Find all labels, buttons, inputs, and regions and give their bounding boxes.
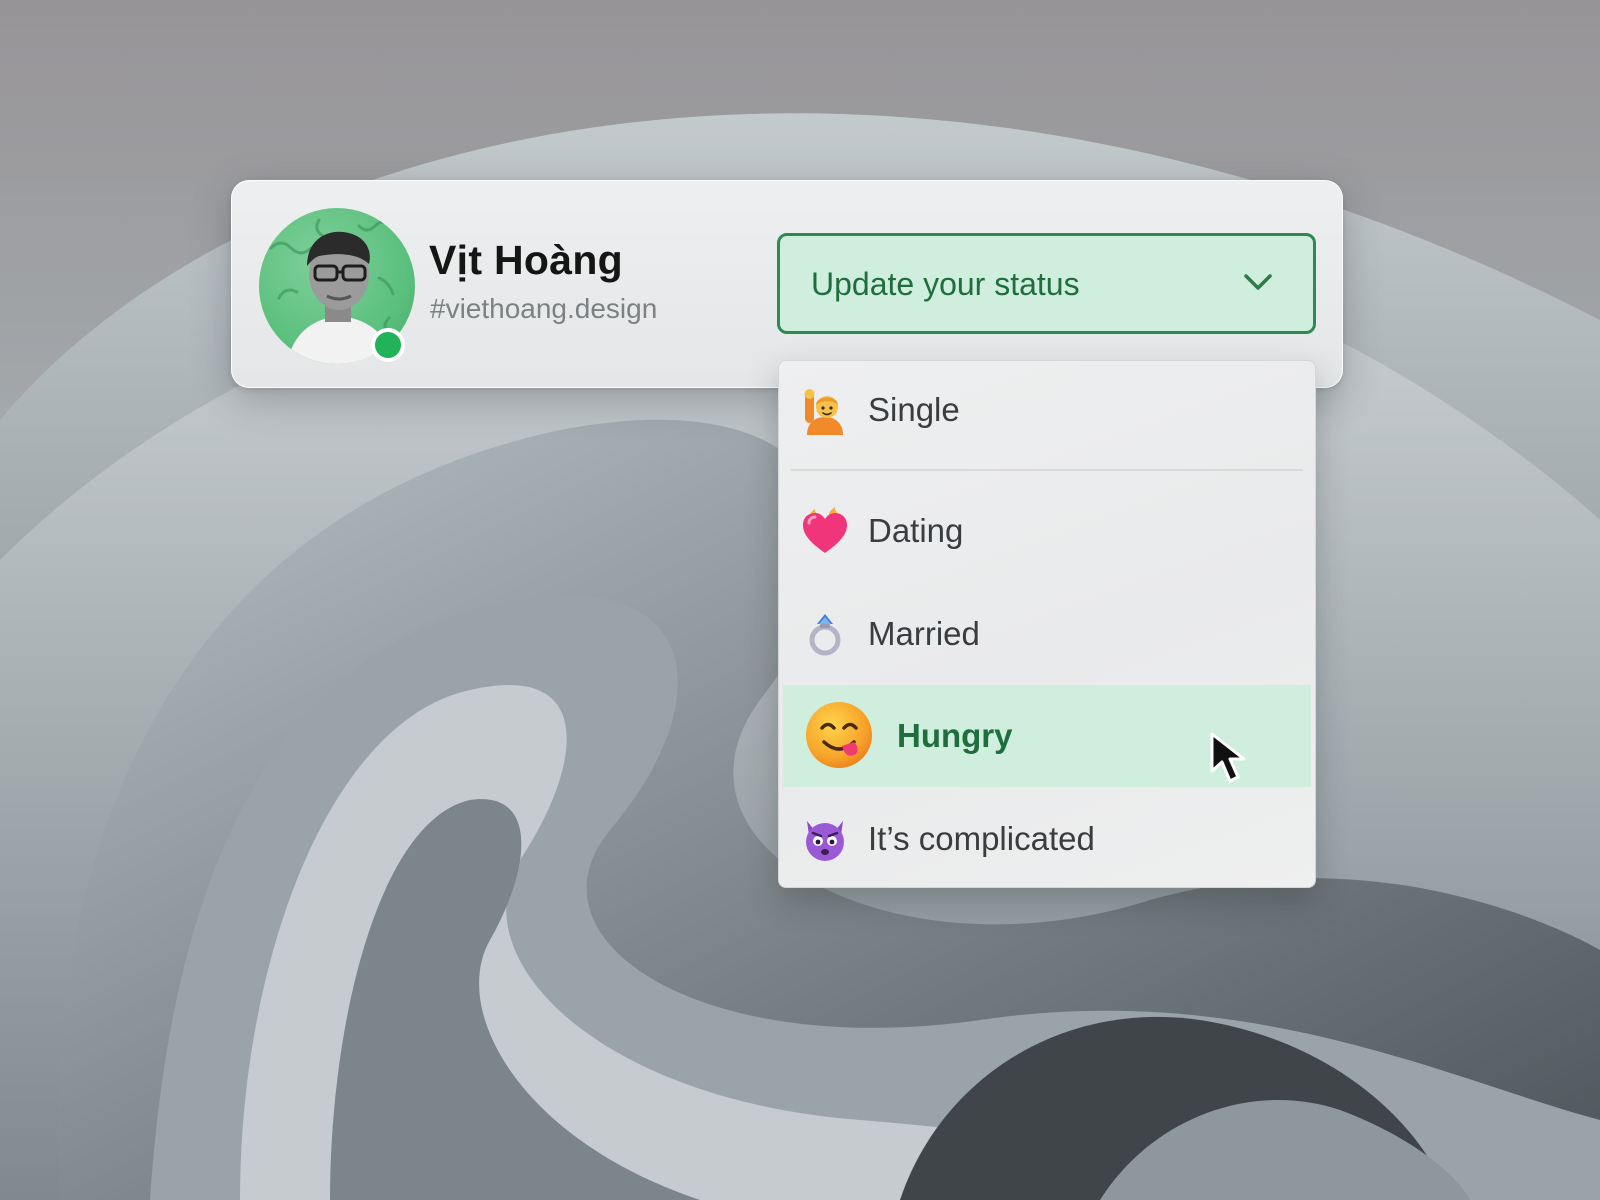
heart-on-fire-icon	[803, 507, 847, 553]
menu-divider	[791, 469, 1303, 471]
status-option-label: Single	[868, 391, 960, 428]
chevron-down-icon	[1244, 274, 1272, 290]
mouse-pointer-icon	[1210, 732, 1246, 783]
status-dropdown-label: Update your status	[811, 266, 1080, 302]
status-dropdown-button[interactable]: Update your status	[777, 233, 1316, 334]
status-option-dating[interactable]: Dating	[779, 481, 1315, 581]
online-status-indicator	[371, 328, 405, 362]
status-option-single[interactable]: Single	[779, 361, 1315, 468]
person-raising-hand-icon	[804, 389, 843, 435]
status-menu: Single Dating Married Hungry It’s compli…	[778, 360, 1316, 888]
status-option-label: It’s complicated	[868, 820, 1095, 857]
status-option-label: Hungry	[897, 717, 1013, 754]
smiling-devil-icon	[806, 821, 844, 861]
face-savoring-food-icon	[806, 702, 872, 768]
status-option-married[interactable]: Married	[779, 584, 1315, 684]
status-option-label: Married	[868, 615, 980, 652]
user-name: Vịt Hoàng	[429, 237, 624, 283]
status-option-label: Dating	[868, 512, 964, 549]
user-handle: #viethoang.design	[430, 293, 658, 324]
ring-icon	[809, 614, 841, 656]
status-option-complicated[interactable]: It’s complicated	[779, 789, 1315, 887]
